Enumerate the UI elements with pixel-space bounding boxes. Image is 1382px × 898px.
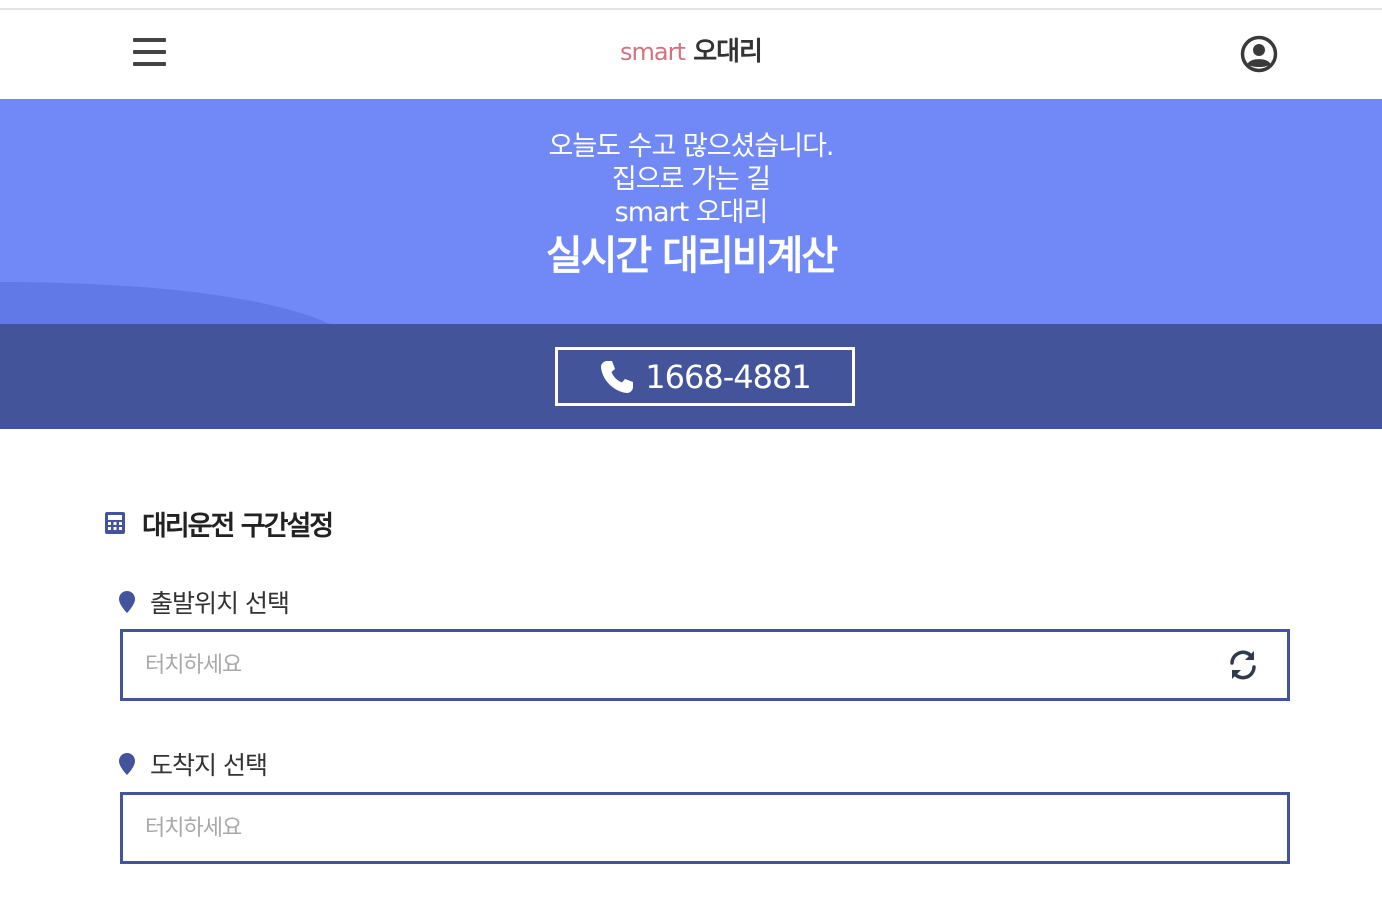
phone-band: 1668-4881 [0,324,1382,429]
start-location-input[interactable] [123,632,1287,698]
logo-name-text: 오대리 [693,37,763,67]
start-location-label: 출발위치 선택 [118,584,290,620]
refresh-icon[interactable] [1227,649,1259,681]
section-heading: 대리운전 구간설정 [104,505,334,542]
hero-greeting: 오늘도 수고 많으셨습니다. [548,131,835,162]
start-label-text: 출발위치 선택 [150,589,290,618]
user-account-icon[interactable] [1240,35,1278,73]
destination-label: 도착지 선택 [118,746,268,782]
start-location-field[interactable] [120,629,1290,701]
hero-subtext: 집으로 가는 길 [611,164,771,195]
calculator-icon [105,512,125,534]
map-pin-icon [119,591,135,613]
hero-brand: smart 오대리 [614,197,769,228]
phone-number: 1668-4881 [645,357,811,396]
app-header: smart 오대리 [0,10,1382,99]
destination-field[interactable] [120,792,1290,864]
hero-wave-decoration [0,282,330,324]
logo-smart-text: smart [620,38,686,66]
call-button[interactable]: 1668-4881 [555,347,855,406]
destination-label-text: 도착지 선택 [150,751,268,780]
destination-input[interactable] [123,795,1287,861]
brand-logo[interactable]: smart 오대리 [0,36,1382,68]
map-pin-icon [119,753,135,775]
section-title: 대리운전 구간설정 [142,510,334,542]
hero-banner: 오늘도 수고 많으셨습니다. 집으로 가는 길 smart 오대리 실시간 대리… [0,99,1382,324]
phone-icon [601,360,634,393]
hero-headline: 실시간 대리비계산 [545,233,838,279]
